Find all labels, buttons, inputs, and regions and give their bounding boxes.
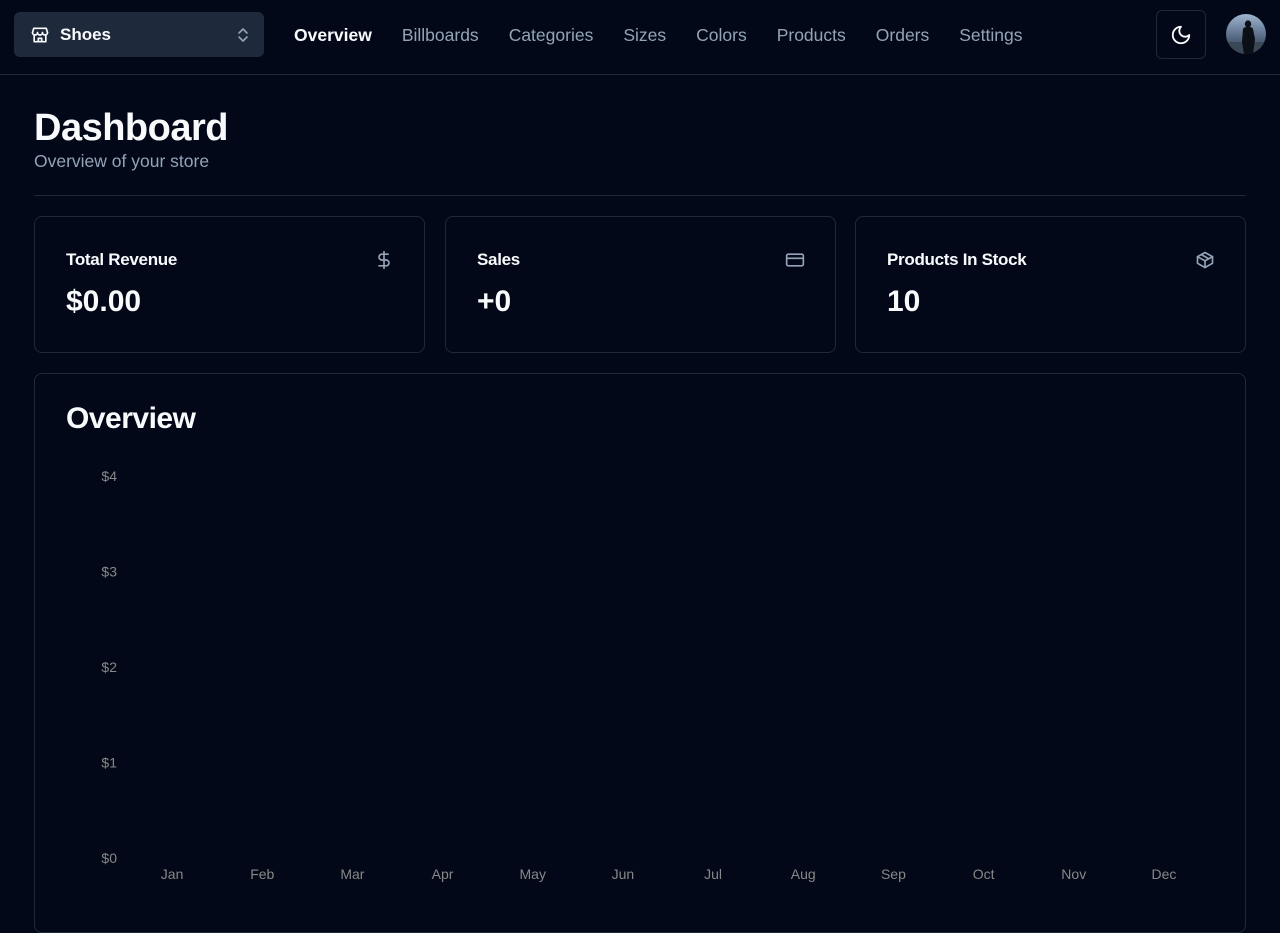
nav-link-colors[interactable]: Colors bbox=[696, 25, 747, 46]
page-heading: Dashboard Overview of your store bbox=[34, 106, 228, 172]
x-tick-label: Oct bbox=[973, 866, 995, 882]
total-revenue-card: Total Revenue $0.00 bbox=[34, 216, 425, 353]
top-navbar: Shoes Overview Billboards Categories Siz… bbox=[0, 0, 1280, 75]
y-tick-label: $4 bbox=[101, 468, 117, 484]
credit-card-icon bbox=[785, 253, 805, 267]
y-tick-label: $2 bbox=[101, 659, 117, 675]
x-tick-label: Jun bbox=[612, 866, 635, 882]
y-tick-label: $3 bbox=[101, 564, 117, 580]
x-tick-label: Jul bbox=[704, 866, 722, 882]
x-tick-label: Mar bbox=[340, 866, 364, 882]
x-tick-label: Feb bbox=[250, 866, 274, 882]
card-title: Sales bbox=[477, 250, 520, 269]
store-switcher[interactable]: Shoes bbox=[14, 12, 264, 57]
products-in-stock-card: Products In Stock 10 bbox=[855, 216, 1246, 353]
y-tick-label: $0 bbox=[101, 850, 117, 866]
overview-bar-chart: $0 $1 $2 $3 $4 Jan Feb Mar Apr May Jun Jul Aug Sep Oct… bbox=[101, 468, 1176, 882]
x-tick-label: Apr bbox=[432, 866, 454, 882]
y-tick-label: $1 bbox=[101, 755, 117, 771]
x-tick-label: Aug bbox=[791, 866, 816, 882]
x-tick-label: May bbox=[520, 866, 546, 882]
nav-link-overview[interactable]: Overview bbox=[294, 25, 372, 46]
card-value: 10 bbox=[887, 285, 921, 318]
nav-link-billboards[interactable]: Billboards bbox=[402, 25, 479, 46]
sales-card: Sales +0 bbox=[445, 216, 836, 353]
x-tick-label: Jan bbox=[161, 866, 184, 882]
store-icon bbox=[31, 27, 49, 43]
x-tick-label: Nov bbox=[1061, 866, 1086, 882]
nav-link-sizes[interactable]: Sizes bbox=[623, 25, 666, 46]
card-title: Total Revenue bbox=[66, 250, 178, 269]
card-value: $0.00 bbox=[66, 285, 142, 318]
x-tick-label: Sep bbox=[881, 866, 906, 882]
package-icon bbox=[1196, 251, 1214, 269]
dollar-icon bbox=[378, 250, 390, 270]
nav-link-products[interactable]: Products bbox=[777, 25, 846, 46]
user-avatar[interactable] bbox=[1226, 14, 1266, 54]
card-value: +0 bbox=[477, 285, 512, 318]
nav-link-categories[interactable]: Categories bbox=[509, 25, 594, 46]
separator bbox=[34, 195, 1246, 196]
overview-card: Overview $0 $1 $2 $3 $4 Jan Feb Mar Apr May Jun Jul… bbox=[34, 373, 1246, 933]
card-title: Products In Stock bbox=[887, 250, 1027, 269]
page-subtitle: Overview of your store bbox=[34, 151, 210, 171]
avatar-silhouette bbox=[1226, 20, 1266, 54]
store-name: Shoes bbox=[60, 24, 112, 44]
moon-icon bbox=[1171, 25, 1191, 44]
nav-link-settings[interactable]: Settings bbox=[959, 25, 1022, 46]
page-title: Dashboard bbox=[34, 107, 228, 149]
main-nav: Overview Billboards Categories Sizes Col… bbox=[294, 0, 1052, 70]
x-tick-label: Dec bbox=[1151, 866, 1176, 882]
nav-link-orders[interactable]: Orders bbox=[876, 25, 929, 46]
theme-toggle-button[interactable] bbox=[1156, 10, 1206, 59]
chevrons-up-down-icon bbox=[238, 27, 248, 42]
